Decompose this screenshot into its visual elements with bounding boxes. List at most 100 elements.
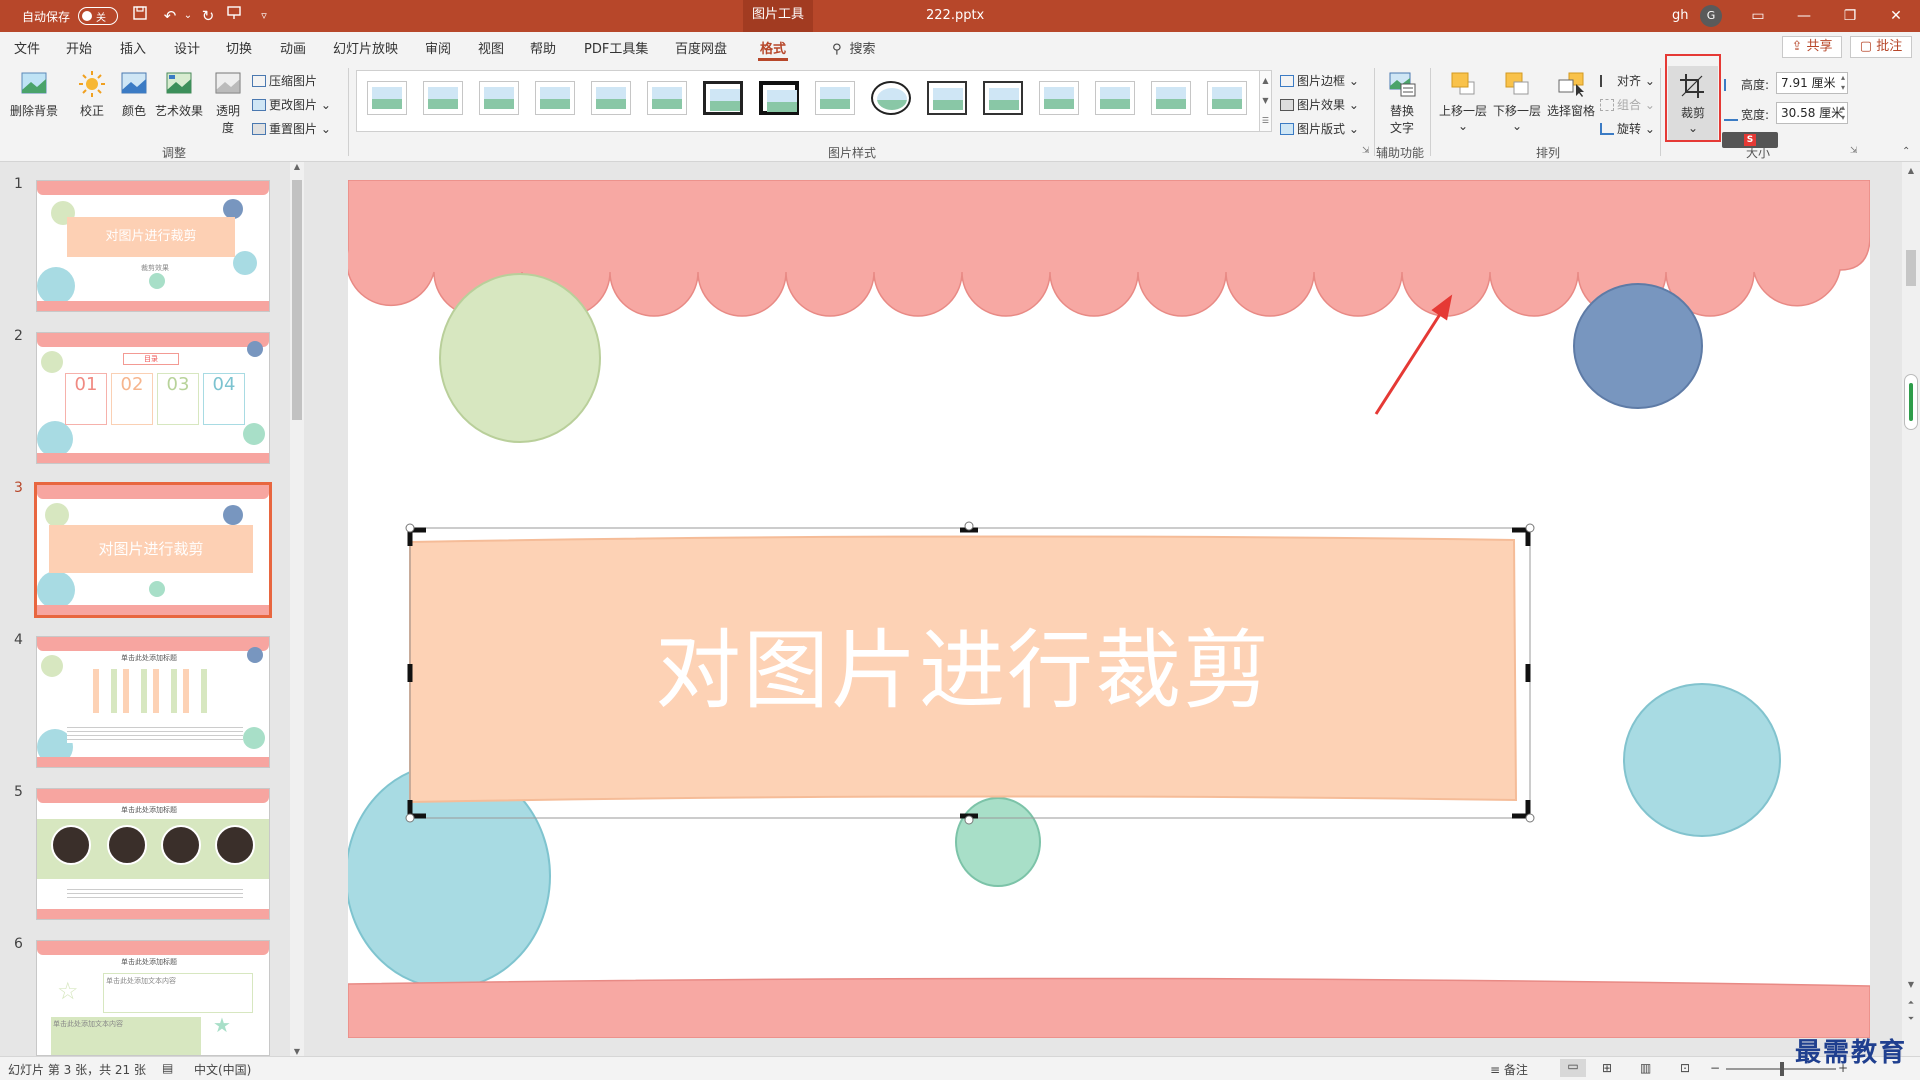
- picture-style-2[interactable]: [423, 81, 463, 115]
- slide-thumbnail-2[interactable]: 目录 01 02 03 04: [36, 332, 270, 464]
- slideshow-icon[interactable]: ⊡: [1680, 1061, 1690, 1075]
- gallery-more-icon[interactable]: ☰: [1260, 111, 1271, 131]
- gallery-scroll[interactable]: ▲ ▼ ☰: [1260, 70, 1272, 132]
- tab-slideshow[interactable]: 幻灯片放映: [333, 38, 398, 57]
- search-box[interactable]: ⚲ 搜索: [832, 38, 876, 57]
- alt-text-button[interactable]: 替换 文字: [1382, 70, 1422, 136]
- autosave-toggle[interactable]: 关: [78, 7, 118, 25]
- picture-style-8[interactable]: [759, 81, 799, 115]
- tab-file[interactable]: 文件: [14, 38, 40, 57]
- gallery-up-icon[interactable]: ▲: [1260, 71, 1271, 91]
- picture-styles-launcher-icon[interactable]: ⇲: [1362, 146, 1370, 156]
- height-spinner-icon[interactable]: ▴ ▾: [1841, 73, 1845, 93]
- save-icon[interactable]: [128, 5, 152, 27]
- present-from-start-icon[interactable]: [222, 5, 246, 27]
- artistic-effects-button[interactable]: 艺术效果: [152, 70, 206, 119]
- picture-effects-button[interactable]: 图片效果 ⌄: [1280, 96, 1359, 113]
- customize-qat-icon[interactable]: ▿: [252, 5, 276, 27]
- collapse-ribbon-icon[interactable]: ⌃: [1902, 146, 1910, 157]
- picture-style-6[interactable]: [647, 81, 687, 115]
- width-spinner-icon[interactable]: ▴ ▾: [1841, 103, 1845, 123]
- avatar[interactable]: G: [1700, 5, 1722, 27]
- slide-thumbnail-5[interactable]: 单击此处添加标题: [36, 788, 270, 920]
- picture-style-14[interactable]: [1095, 81, 1135, 115]
- align-button[interactable]: 对齐 ⌄: [1600, 72, 1655, 89]
- scroll-thumb[interactable]: [1906, 250, 1916, 286]
- scroll-down-icon[interactable]: ▼: [290, 1047, 304, 1056]
- color-button[interactable]: 颜色: [114, 70, 154, 119]
- scroll-up-icon[interactable]: ▲: [290, 162, 304, 171]
- comments-button[interactable]: ▢ 批注: [1850, 36, 1912, 58]
- scroll-thumb[interactable]: [292, 180, 302, 420]
- tab-pdf-tools[interactable]: PDF工具集: [584, 38, 648, 57]
- tab-animations[interactable]: 动画: [280, 38, 306, 57]
- corrections-button[interactable]: 校正: [72, 70, 112, 119]
- slide-editing-canvas[interactable]: 对图片进行裁剪: [310, 162, 1902, 1056]
- picture-style-13[interactable]: [1039, 81, 1079, 115]
- tab-format[interactable]: 格式: [757, 38, 789, 61]
- tab-review[interactable]: 审阅: [425, 38, 451, 57]
- slide-sorter-icon[interactable]: ⊞: [1602, 1061, 1612, 1075]
- width-input[interactable]: 30.58 厘米 ▴ ▾: [1776, 102, 1848, 124]
- slide-title[interactable]: 对图片进行裁剪: [410, 600, 1516, 725]
- picture-style-5[interactable]: [591, 81, 631, 115]
- picture-style-16[interactable]: [1207, 81, 1247, 115]
- picture-style-11[interactable]: [927, 81, 967, 115]
- minimize-icon[interactable]: —: [1782, 0, 1826, 32]
- selection-pane-button[interactable]: 选择窗格: [1544, 70, 1598, 119]
- size-launcher-icon[interactable]: ⇲: [1850, 146, 1858, 156]
- picture-style-4[interactable]: [535, 81, 575, 115]
- picture-style-7[interactable]: [703, 81, 743, 115]
- ribbon-display-options-icon[interactable]: ▭: [1736, 0, 1780, 32]
- tab-help[interactable]: 帮助: [530, 38, 556, 57]
- transparency-button[interactable]: 透明 度: [208, 70, 248, 136]
- rotate-button[interactable]: 旋转 ⌄: [1600, 120, 1655, 137]
- tab-design[interactable]: 设计: [174, 38, 200, 57]
- restore-icon[interactable]: ❐: [1828, 0, 1872, 32]
- bring-forward-button[interactable]: 上移一层 ⌄: [1436, 70, 1490, 133]
- slide-thumbnail-4[interactable]: 单击此处添加标题: [36, 636, 270, 768]
- scroll-down-icon[interactable]: ▼: [1902, 980, 1920, 989]
- send-backward-button[interactable]: 下移一层 ⌄: [1490, 70, 1544, 133]
- picture-style-15[interactable]: [1151, 81, 1191, 115]
- thumbnail-scrollbar[interactable]: ▲ ▼: [290, 162, 304, 1056]
- picture-style-12[interactable]: [983, 81, 1023, 115]
- picture-style-9[interactable]: [815, 81, 855, 115]
- height-input[interactable]: 7.91 厘米 ▴ ▾: [1776, 72, 1848, 94]
- gallery-down-icon[interactable]: ▼: [1260, 91, 1271, 111]
- next-slide-icon[interactable]: ⏷: [1902, 1014, 1920, 1024]
- picture-style-3[interactable]: [479, 81, 519, 115]
- language-indicator[interactable]: 中文(中国): [194, 1061, 251, 1078]
- remove-background-button[interactable]: 删除背景: [8, 70, 60, 119]
- current-slide[interactable]: 对图片进行裁剪: [348, 180, 1870, 1038]
- compress-pictures-button[interactable]: 压缩图片: [252, 72, 317, 89]
- reset-picture-button[interactable]: 重置图片 ⌄: [252, 120, 331, 137]
- scroll-up-icon[interactable]: ▲: [1902, 166, 1920, 175]
- tab-insert[interactable]: 插入: [120, 38, 146, 57]
- user-name[interactable]: gh: [1672, 8, 1689, 23]
- picture-style-10[interactable]: [871, 81, 911, 115]
- tab-home[interactable]: 开始: [66, 38, 92, 57]
- redo-icon[interactable]: ↻: [196, 5, 220, 27]
- canvas-vertical-scrollbar[interactable]: ▲ ▼ ⏶ ⏷: [1902, 162, 1920, 1056]
- tab-view[interactable]: 视图: [478, 38, 504, 57]
- zoom-slider-thumb[interactable]: [1780, 1062, 1784, 1076]
- reading-view-icon[interactable]: ▥: [1640, 1061, 1651, 1075]
- side-knob[interactable]: [1904, 374, 1918, 430]
- change-picture-button[interactable]: 更改图片 ⌄: [252, 96, 331, 113]
- group-objects-button[interactable]: 组合 ⌄: [1600, 96, 1655, 113]
- notes-button[interactable]: ≡ 备注: [1490, 1061, 1528, 1078]
- slide-thumbnail-3[interactable]: 对图片进行裁剪: [34, 482, 272, 618]
- picture-border-button[interactable]: 图片边框 ⌄: [1280, 72, 1359, 89]
- picture-layout-button[interactable]: 图片版式 ⌄: [1280, 120, 1359, 137]
- previous-slide-icon[interactable]: ⏶: [1902, 998, 1920, 1008]
- share-button[interactable]: ⇪ 共享: [1782, 36, 1842, 58]
- accessibility-check-icon[interactable]: ▤: [162, 1061, 173, 1075]
- picture-style-1[interactable]: [367, 81, 407, 115]
- close-icon[interactable]: ✕: [1874, 0, 1918, 32]
- slide-thumbnail-1[interactable]: 对图片进行裁剪 裁剪效果: [36, 180, 270, 312]
- tab-baidu-netdisk[interactable]: 百度网盘: [675, 38, 727, 57]
- slide-thumbnail-6[interactable]: 单击此处添加标题 单击此处添加文本内容 单击此处添加文本内容 ☆ ★: [36, 940, 270, 1056]
- zoom-out-icon[interactable]: −: [1710, 1061, 1720, 1075]
- normal-view-icon[interactable]: ▭: [1560, 1059, 1586, 1077]
